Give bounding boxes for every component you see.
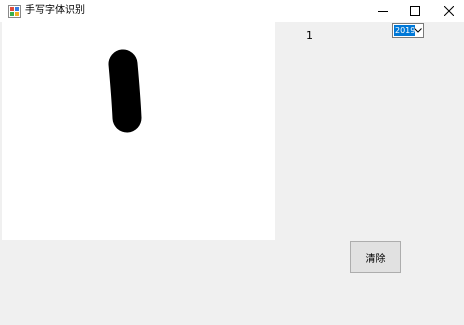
chevron-down-icon[interactable] [414, 27, 422, 34]
title-bar: 手写字体识别 [0, 0, 464, 22]
maximize-button[interactable] [398, 0, 432, 22]
close-button[interactable] [432, 0, 464, 22]
maximize-icon [410, 6, 420, 16]
app-icon [8, 5, 21, 18]
model-select[interactable]: 2019 [392, 23, 424, 38]
recognition-result: 1 [306, 29, 313, 42]
drawing-canvas[interactable] [2, 22, 275, 240]
handwritten-stroke [108, 49, 142, 133]
close-icon [444, 6, 454, 16]
clear-button[interactable]: 清除 [350, 241, 401, 273]
model-select-value: 2019 [394, 25, 415, 36]
minimize-icon [378, 11, 388, 12]
minimize-button[interactable] [366, 0, 400, 22]
app-window: 手写字体识别 1 2019 清除 [0, 0, 464, 325]
window-title: 手写字体识别 [25, 5, 85, 16]
